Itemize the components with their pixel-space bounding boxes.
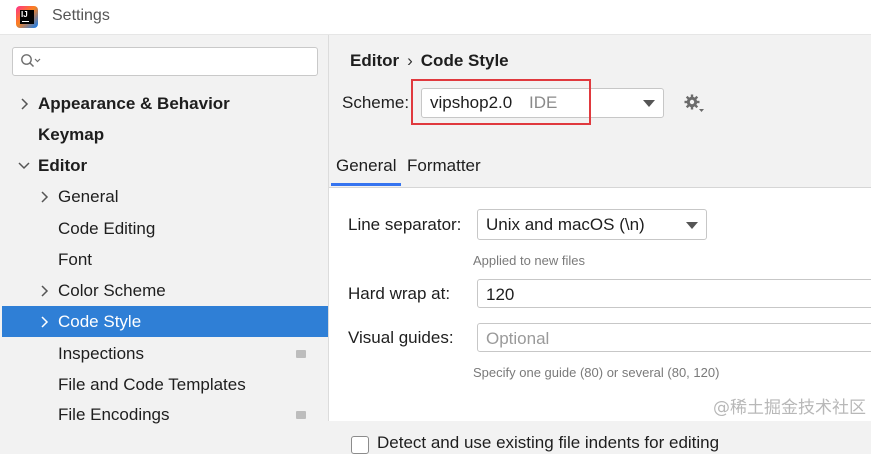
hard-wrap-label: Hard wrap at: [348, 284, 451, 303]
active-tab-indicator [331, 183, 401, 186]
breadcrumb-parent[interactable]: Editor [350, 51, 399, 70]
sidebar-item-label: Keymap [38, 125, 105, 144]
intellij-idea-icon: IJ [16, 6, 38, 28]
chevron-down-icon [686, 222, 698, 229]
search-icon [21, 54, 41, 68]
visual-guides-input[interactable]: Optional [477, 323, 871, 352]
code-style-tabs: General Formatter [329, 151, 871, 188]
sidebar-item-color-scheme[interactable]: Color Scheme [0, 275, 316, 306]
window-title: Settings [52, 7, 110, 24]
visual-guides-hint: Specify one guide (80) or several (80, 1… [473, 365, 720, 380]
sidebar-item-label: Inspections [58, 344, 144, 363]
breadcrumb-separator: › [407, 51, 413, 70]
sidebar-item-inspections[interactable]: Inspections [0, 338, 316, 369]
tab-formatter[interactable]: Formatter [407, 156, 481, 176]
breadcrumb: Editor › Code Style [350, 51, 509, 71]
chevron-right-icon[interactable] [40, 285, 50, 297]
gear-icon[interactable] [684, 94, 706, 114]
sidebar-item-font[interactable]: Font [0, 244, 316, 275]
scheme-label: Scheme: [342, 93, 410, 112]
sidebar-item-appearance-behavior[interactable]: Appearance & Behavior [0, 88, 316, 119]
title-bar: IJ Settings [0, 0, 871, 35]
chevron-down-icon[interactable] [18, 161, 30, 171]
hard-wrap-input[interactable]: 120 [477, 279, 871, 308]
line-separator-hint: Applied to new files [473, 253, 586, 268]
settings-content: Editor › Code Style Scheme: vipshop2.0 IDE… [329, 35, 871, 454]
sidebar-item-editor[interactable]: Editor [0, 150, 316, 181]
sidebar-item-label: Font [58, 250, 93, 269]
annotation-highlight-box [411, 79, 591, 125]
sidebar-item-file-encodings[interactable]: File Encodings [0, 399, 316, 430]
project-scope-icon [296, 350, 306, 358]
sidebar-item-label: Appearance & Behavior [38, 94, 230, 113]
sidebar-item-label: File and Code Templates [58, 375, 246, 394]
detect-indents-checkbox[interactable] [351, 436, 369, 454]
sidebar-item-code-style[interactable]: Code Style [2, 306, 328, 337]
breadcrumb-current: Code Style [420, 51, 509, 70]
sidebar-item-keymap[interactable]: Keymap [0, 119, 316, 150]
settings-sidebar: Appearance & Behavior Keymap Editor Gene… [0, 35, 329, 424]
line-separator-label: Line separator: [348, 215, 462, 234]
line-separator-value: Unix and macOS (\n) [486, 215, 645, 234]
chevron-right-icon[interactable] [40, 316, 50, 328]
settings-search-input[interactable] [12, 47, 318, 76]
chevron-down-icon [643, 100, 655, 107]
line-separator-dropdown[interactable]: Unix and macOS (\n) [477, 209, 707, 240]
chevron-right-icon[interactable] [40, 191, 50, 203]
sidebar-item-label: Color Scheme [58, 281, 166, 300]
sidebar-item-file-code-templates[interactable]: File and Code Templates [0, 369, 316, 400]
sidebar-item-label: Code Style [58, 312, 142, 331]
sidebar-item-label: General [58, 187, 119, 206]
sidebar-item-code-editing[interactable]: Code Editing [0, 213, 316, 244]
sidebar-item-label: File Encodings [58, 405, 170, 424]
visual-guides-label: Visual guides: [348, 328, 454, 347]
watermark: @稀土掘金技术社区 [713, 398, 866, 418]
sidebar-item-label: Code Editing [58, 219, 156, 238]
sidebar-item-general[interactable]: General [0, 181, 316, 212]
general-tab-panel: Line separator: Unix and macOS (\n) Appl… [329, 188, 871, 454]
detect-indents-label[interactable]: Detect and use existing file indents for… [377, 433, 719, 453]
sidebar-item-label: Editor [38, 156, 88, 175]
tab-general[interactable]: General [336, 156, 396, 176]
chevron-right-icon[interactable] [20, 98, 30, 110]
project-scope-icon [296, 411, 306, 419]
